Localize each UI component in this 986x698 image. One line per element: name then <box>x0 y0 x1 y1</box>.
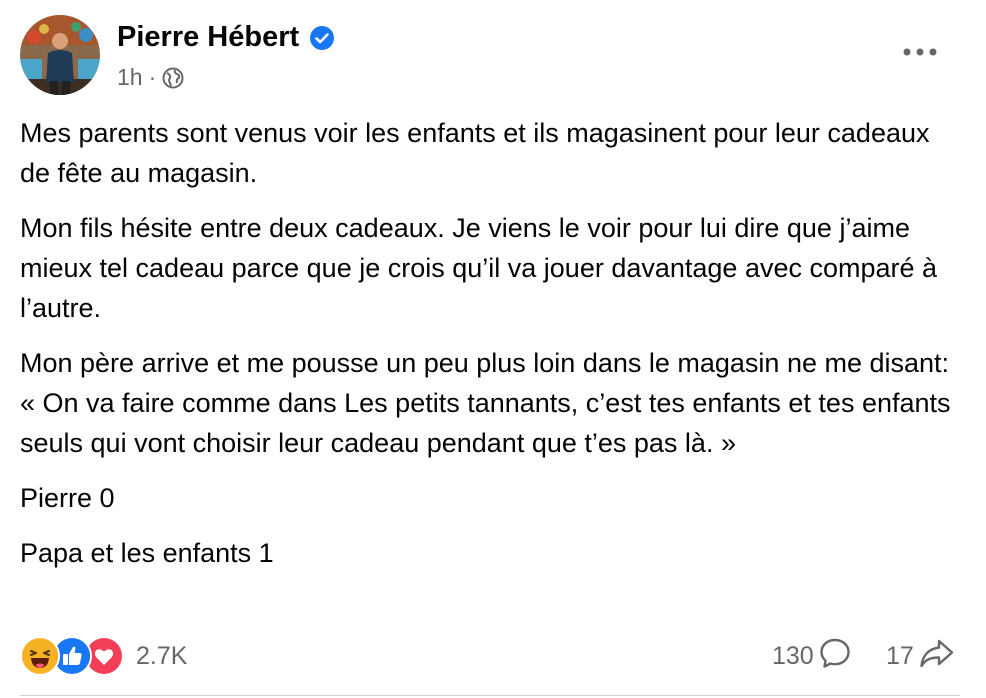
author-name[interactable]: Pierre Hébert <box>117 19 299 55</box>
shares-count: 17 <box>886 641 914 670</box>
reactions-summary[interactable]: 2.7K <box>20 636 187 676</box>
post-paragraph: Mon père arrive et me pousse un peu plus… <box>20 348 951 458</box>
avatar[interactable] <box>20 15 100 95</box>
more-options-icon[interactable] <box>900 38 940 66</box>
post-timestamp[interactable]: 1h <box>117 62 143 92</box>
shares-summary[interactable]: 17 <box>886 636 956 676</box>
post-divider <box>20 695 960 696</box>
post-meta: 1h · <box>117 62 184 92</box>
author-row: Pierre Hébert <box>117 19 335 55</box>
globe-icon[interactable] <box>162 66 184 89</box>
post-body: Mes parents sont venus voir les enfants … <box>20 113 960 588</box>
facebook-post: Pierre Hébert 1h · Mes parents sont venu… <box>0 0 986 698</box>
post-paragraph: Mes parents sont venus voir les enfants … <box>20 118 930 188</box>
meta-separator: · <box>148 64 157 90</box>
comment-icon <box>814 636 852 677</box>
verified-badge-icon <box>309 24 335 50</box>
post-paragraph: Mon fils hésite entre deux cadeaux. Je v… <box>20 213 938 323</box>
post-paragraph: Papa et les enfants 1 <box>20 538 274 568</box>
post-footer: 2.7K 130 17 <box>20 632 960 678</box>
post-paragraph: Pierre 0 <box>20 483 115 513</box>
comments-summary[interactable]: 130 <box>772 636 852 676</box>
reactions-count[interactable]: 2.7K <box>136 642 187 671</box>
comments-count: 130 <box>772 641 814 670</box>
share-icon <box>914 636 956 677</box>
haha-reaction-icon <box>20 636 60 676</box>
